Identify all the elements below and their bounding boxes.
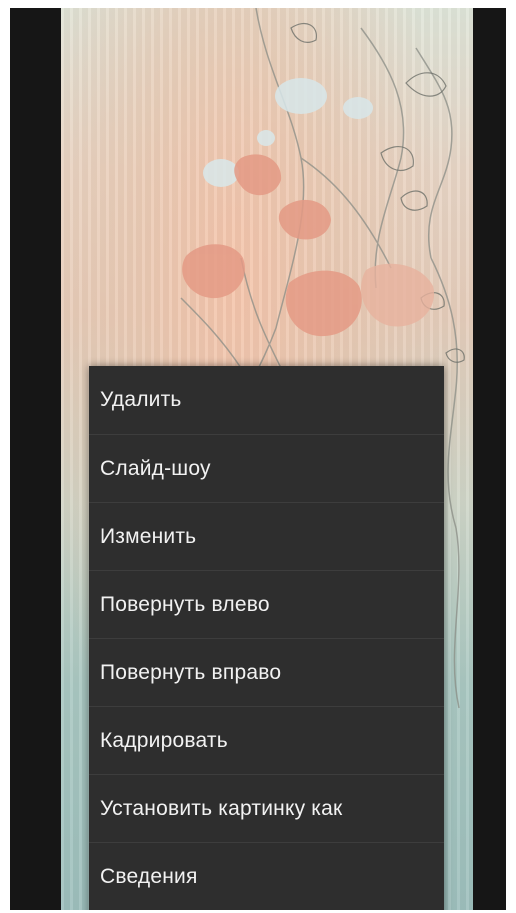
menu-item-label: Сведения: [100, 865, 198, 888]
menu-item-rotate-left[interactable]: Повернуть влево: [89, 571, 444, 639]
menu-item-delete[interactable]: Удалить: [89, 366, 444, 435]
context-menu: Удалить Слайд-шоу Изменить Повернуть вле…: [89, 366, 444, 910]
menu-item-crop[interactable]: Кадрировать: [89, 707, 444, 775]
menu-item-rotate-right[interactable]: Повернуть вправо: [89, 639, 444, 707]
menu-item-slideshow[interactable]: Слайд-шоу: [89, 435, 444, 503]
phone-screen: Удалить Слайд-шоу Изменить Повернуть вле…: [10, 8, 506, 910]
menu-item-label: Удалить: [100, 388, 182, 411]
menu-item-details[interactable]: Сведения: [89, 843, 444, 910]
menu-item-label: Кадрировать: [100, 728, 228, 752]
menu-item-label: Повернуть вправо: [100, 660, 282, 684]
menu-item-label: Слайд-шоу: [100, 456, 211, 480]
menu-item-edit[interactable]: Изменить: [89, 503, 444, 571]
menu-item-label: Повернуть влево: [100, 592, 270, 616]
menu-item-set-picture-as[interactable]: Установить картинку как: [89, 775, 444, 843]
menu-item-label: Изменить: [100, 524, 197, 548]
menu-item-label: Установить картинку как: [100, 796, 343, 820]
